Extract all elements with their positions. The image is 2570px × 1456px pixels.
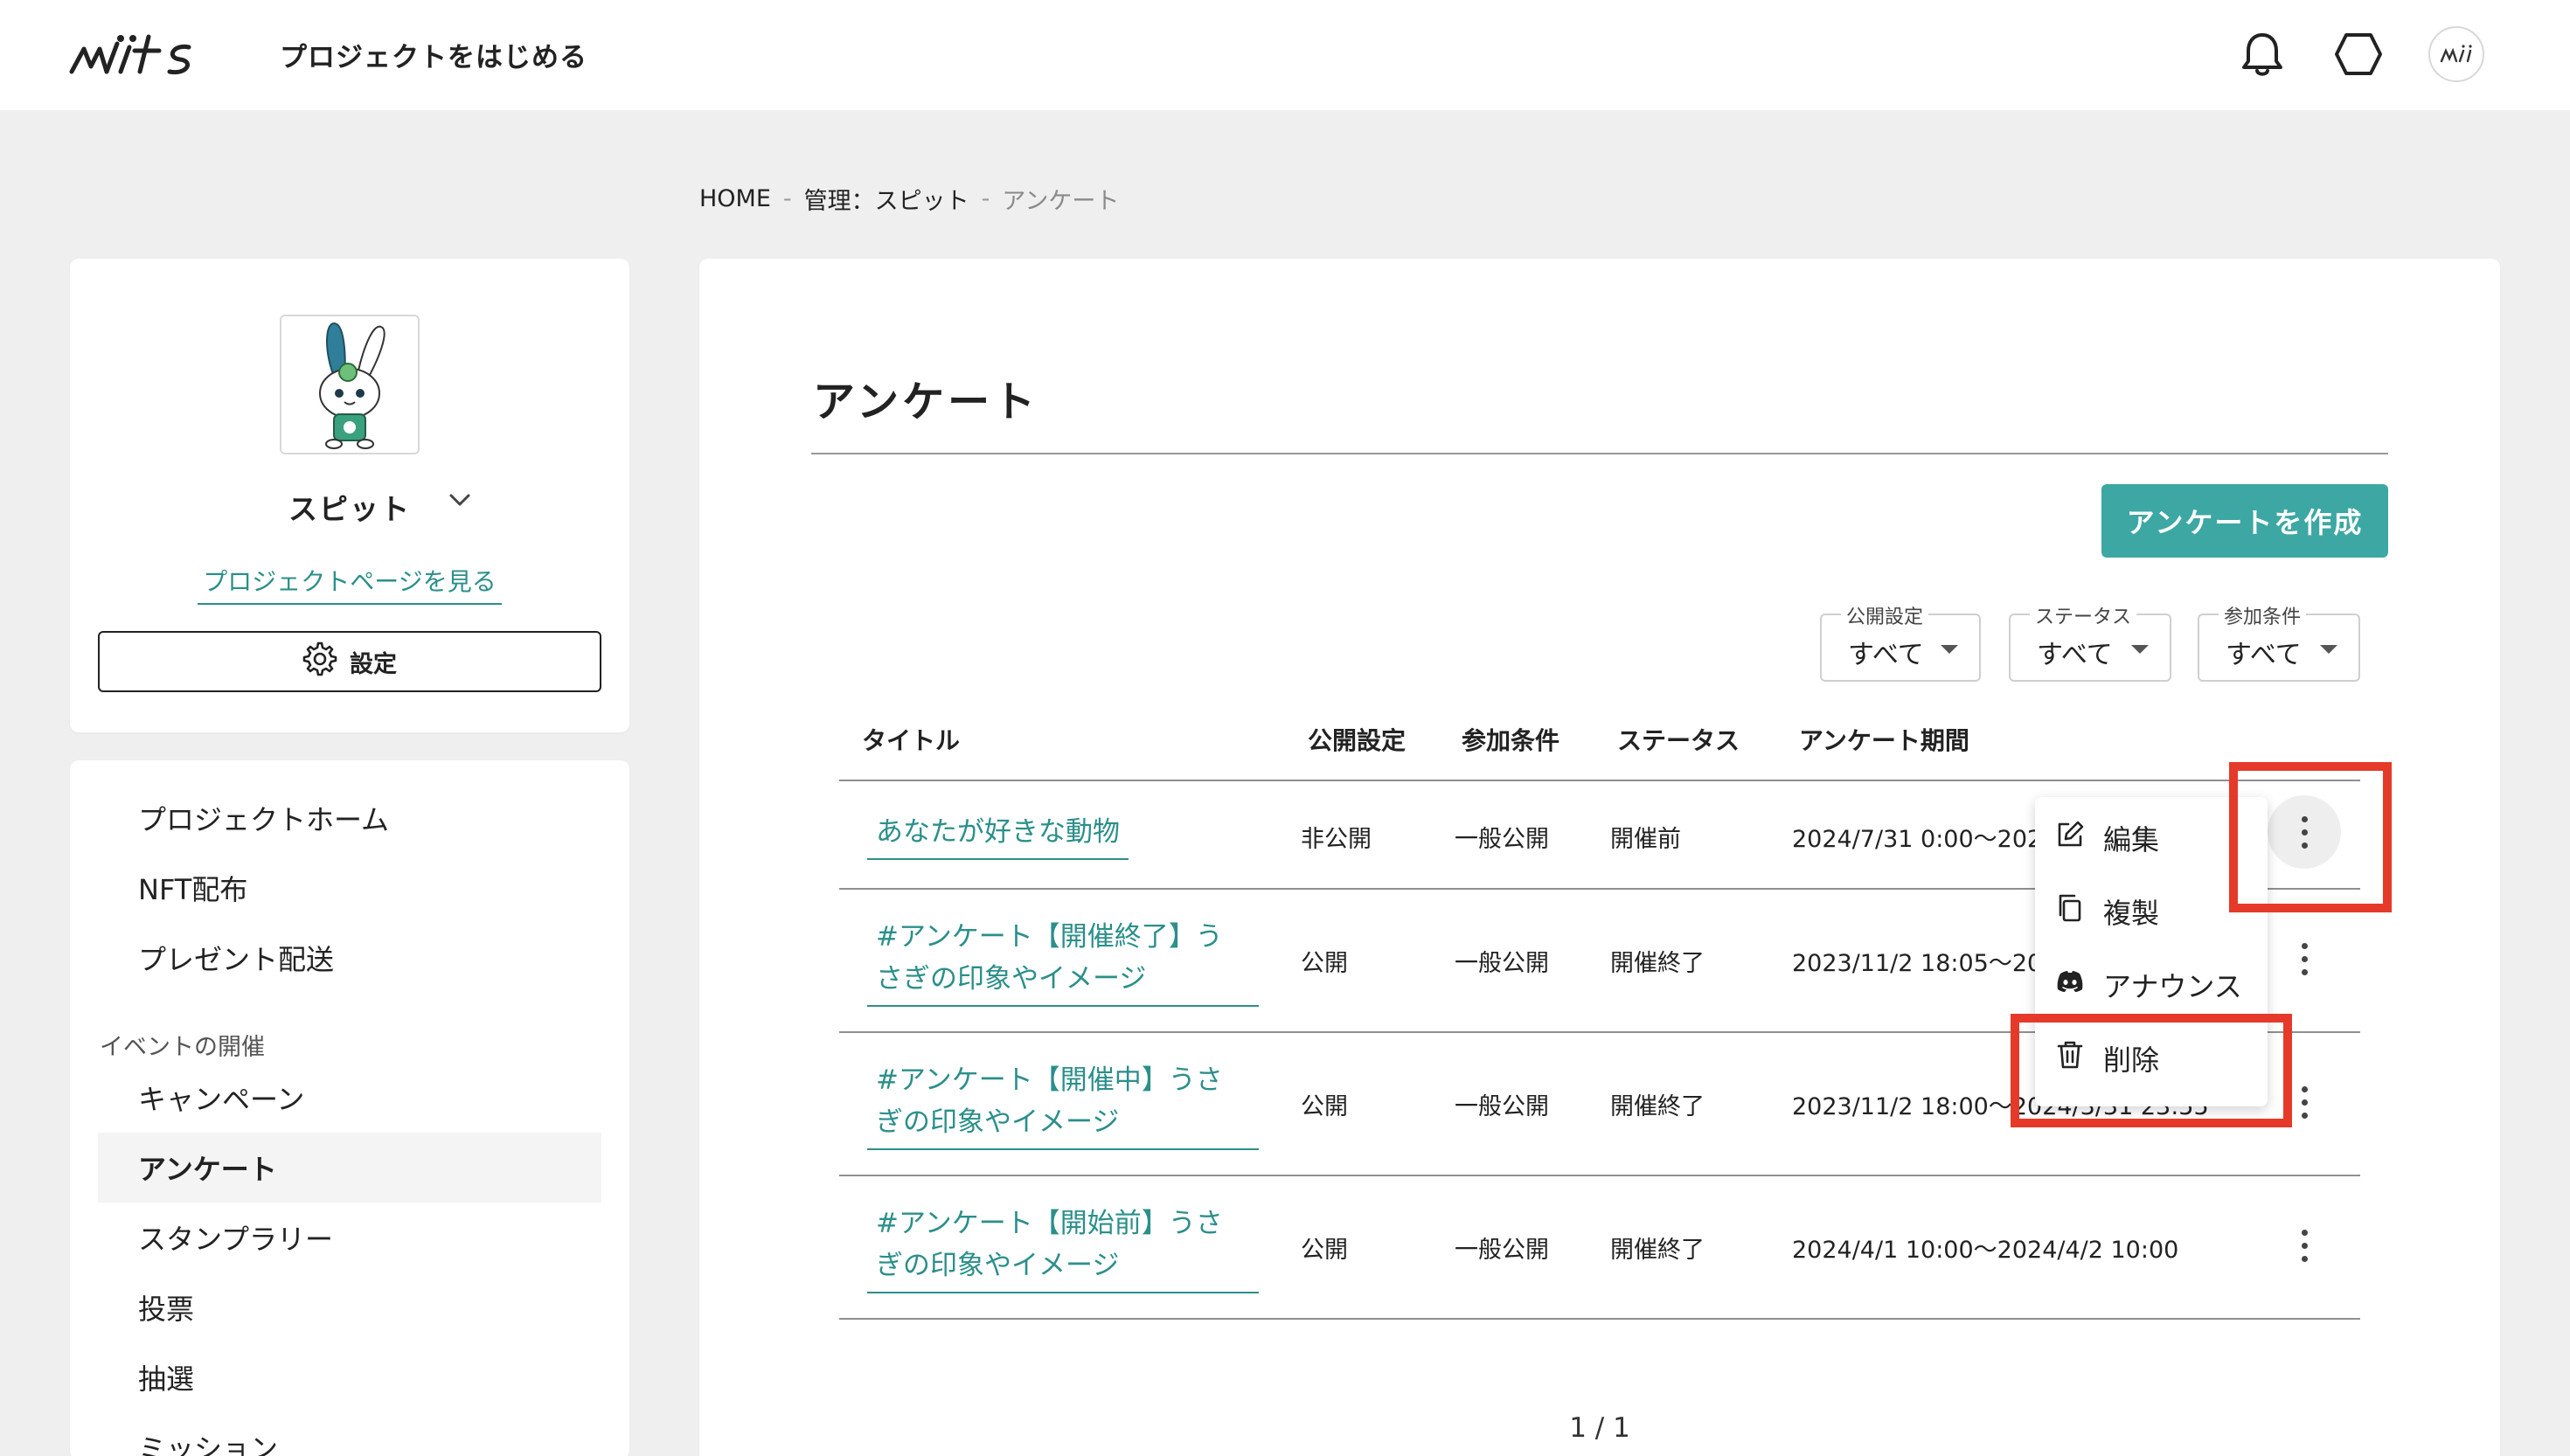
project-image — [280, 315, 420, 454]
sidebar-item-campaign[interactable]: キャンペーン — [98, 1063, 601, 1133]
project-name: スピット — [288, 492, 411, 526]
cell-visibility: 公開 — [1301, 1093, 1348, 1120]
breadcrumb-separator: - — [782, 185, 792, 212]
survey-title-line: さぎの印象やイメージ — [876, 963, 1147, 995]
settings-label: 設定 — [350, 650, 397, 678]
title-divider — [811, 453, 2388, 454]
caret-down-icon — [2320, 645, 2337, 654]
filter-label: ステータス — [2030, 601, 2137, 629]
breadcrumb: HOME - 管理：スピット - アンケート — [699, 182, 1119, 216]
cell-visibility: 公開 — [1301, 1237, 1348, 1264]
breadcrumb-separator: - — [981, 185, 990, 212]
column-header-visibility: 公開設定 — [1308, 726, 1407, 755]
column-header-period: アンケート期間 — [1799, 726, 1969, 755]
cell-status: 開催終了 — [1610, 1237, 1705, 1264]
survey-title-line: #アンケート【開催中】うさ — [876, 1064, 1223, 1096]
filter-status[interactable]: ステータス すべて — [2009, 601, 2171, 682]
menu-label: 削除 — [2103, 1043, 2160, 1077]
survey-main-card: アンケート アンケートを作成 公開設定 すべて ステータス すべて 参加条件 す… — [699, 259, 2500, 1456]
menu-label: 複製 — [2103, 897, 2160, 930]
trash-icon — [2054, 1039, 2086, 1078]
survey-title-line: ぎの印象やイメージ — [876, 1106, 1120, 1138]
column-header-title: タイトル — [862, 726, 961, 755]
menu-label: 編集 — [2103, 823, 2160, 856]
more-options-icon[interactable] — [2268, 795, 2341, 869]
survey-title-line: #アンケート【開始前】うさ — [876, 1208, 1223, 1239]
copy-icon — [2054, 892, 2086, 931]
survey-title-link[interactable]: #アンケート【開始前】うさ ぎの印象やイメージ — [867, 1203, 1259, 1293]
more-options-icon[interactable] — [2285, 930, 2323, 988]
menu-item-delete[interactable]: 削除 — [2035, 1028, 2268, 1089]
menu-label: アナウンス — [2103, 970, 2242, 1003]
avatar-icon[interactable] — [2428, 26, 2484, 82]
filter-value: すべて — [1848, 640, 1924, 670]
cell-condition: 一般公開 — [1455, 826, 1549, 853]
survey-title-link[interactable]: #アンケート【開催終了】う さぎの印象やイメージ — [867, 916, 1259, 1007]
filter-value: すべて — [2226, 640, 2302, 670]
project-profile-card: スピット プロジェクトページを見る 設定 — [70, 259, 629, 732]
project-page-link[interactable]: プロジェクトページを見る — [198, 563, 502, 605]
row-context-menu: 編集 複製 アナウンス 削除 — [2035, 797, 2268, 1106]
filter-label: 参加条件 — [2219, 601, 2307, 629]
cell-condition: 一般公開 — [1455, 1093, 1549, 1120]
gear-icon — [302, 641, 337, 683]
discord-icon — [2054, 966, 2086, 1004]
cell-status: 開催終了 — [1610, 1093, 1705, 1120]
header-title[interactable]: プロジェクトをはじめる — [280, 35, 587, 74]
table-divider — [839, 780, 2360, 781]
menu-item-edit[interactable]: 編集 — [2035, 808, 2268, 869]
menu-item-announce[interactable]: アナウンス — [2035, 954, 2268, 1016]
sidebar-item-mission[interactable]: ミッション — [98, 1412, 601, 1456]
more-options-icon[interactable] — [2285, 1217, 2323, 1274]
bell-icon[interactable] — [2234, 26, 2290, 82]
sidebar-item-present[interactable]: プレゼント配送 — [98, 923, 601, 993]
sidebar-nav: プロジェクトホーム NFT配布 プレゼント配送 イベントの開催 キャンペーン ア… — [70, 760, 629, 1456]
breadcrumb-home[interactable]: HOME — [699, 185, 771, 212]
settings-button[interactable]: 設定 — [98, 631, 601, 692]
filter-condition[interactable]: 参加条件 すべて — [2198, 601, 2360, 682]
create-survey-button[interactable]: アンケートを作成 — [2101, 484, 2388, 558]
breadcrumb-project[interactable]: 管理：スピット — [804, 182, 969, 216]
sidebar-item-nft[interactable]: NFT配布 — [98, 853, 601, 923]
menu-item-duplicate[interactable]: 複製 — [2035, 881, 2268, 942]
breadcrumb-current: アンケート — [1002, 188, 1120, 215]
cell-visibility: 非公開 — [1301, 826, 1372, 853]
caret-down-icon — [1941, 645, 1958, 654]
sidebar-item-project-home[interactable]: プロジェクトホーム — [98, 783, 601, 853]
cell-status: 開催前 — [1610, 826, 1681, 853]
filter-value: すべて — [2037, 640, 2113, 670]
survey-title-line: #アンケート【開催終了】う — [876, 921, 1223, 953]
cell-visibility: 公開 — [1301, 950, 1348, 977]
cell-condition: 一般公開 — [1455, 950, 1549, 977]
filter-visibility[interactable]: 公開設定 すべて — [1820, 601, 1981, 682]
caret-down-icon — [2131, 645, 2149, 654]
table-divider — [839, 1318, 2360, 1320]
sidebar-item-lottery[interactable]: 抽選 — [98, 1342, 601, 1412]
survey-title-link[interactable]: あなたが好きな動物 — [867, 811, 1129, 860]
column-header-status: ステータス — [1617, 726, 1740, 755]
survey-title-line: ぎの印象やイメージ — [876, 1250, 1120, 1281]
sidebar-item-stamp-rally[interactable]: スタンプラリー — [98, 1203, 601, 1272]
cell-status: 開催終了 — [1610, 950, 1705, 977]
sidebar-section-events: イベントの開催 — [100, 1034, 265, 1061]
column-header-condition: 参加条件 — [1462, 726, 1560, 755]
more-options-icon[interactable] — [2285, 1073, 2323, 1131]
filter-label: 公開設定 — [1841, 601, 1929, 629]
cell-condition: 一般公開 — [1455, 1237, 1549, 1264]
sidebar-item-survey[interactable]: アンケート — [98, 1133, 601, 1203]
edit-icon — [2054, 819, 2086, 857]
cell-period: 2024/4/1 10:00〜2024/4/2 10:00 — [1792, 1237, 2179, 1264]
mits-logo[interactable] — [68, 31, 213, 79]
hexagon-icon[interactable] — [2330, 26, 2386, 82]
top-header: プロジェクトをはじめる — [0, 0, 2570, 110]
pagination: 1 / 1 — [1569, 1412, 1630, 1444]
sidebar-item-vote[interactable]: 投票 — [98, 1272, 601, 1342]
table-divider — [839, 1175, 2360, 1176]
survey-title-link[interactable]: #アンケート【開催中】うさ ぎの印象やイメージ — [867, 1059, 1259, 1150]
page-title: アンケート — [813, 378, 1039, 426]
chevron-down-icon[interactable] — [442, 482, 477, 517]
